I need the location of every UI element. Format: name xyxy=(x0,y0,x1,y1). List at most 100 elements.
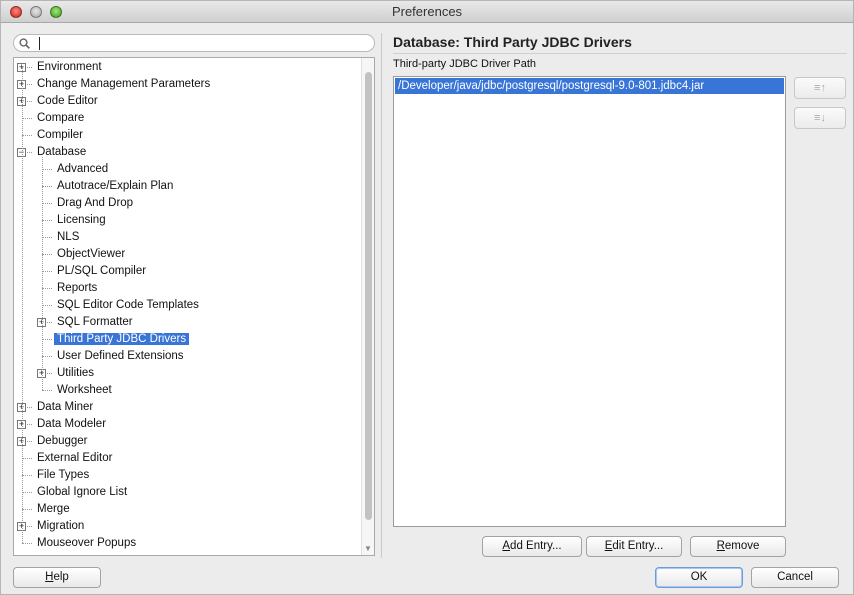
scroll-down-arrow-icon[interactable]: ▼ xyxy=(364,544,372,553)
search-input[interactable] xyxy=(36,36,366,50)
tree-item-label: Data Modeler xyxy=(37,418,107,430)
tree-item-label: Global Ignore List xyxy=(37,486,128,498)
tree-scrollbar[interactable]: ▼ xyxy=(361,58,374,555)
tree-item-label: Compare xyxy=(37,112,85,124)
tree-item-label: File Types xyxy=(37,469,90,481)
preferences-window: Preferences ▼ Environment + Change Managem… xyxy=(0,0,854,595)
tree-item-label: SQL Editor Code Templates xyxy=(57,299,199,311)
tree-item-label: Mouseover Popups xyxy=(37,537,137,549)
tree-item[interactable]: Licensing xyxy=(54,212,109,229)
tree-connector-line xyxy=(22,509,32,510)
tree-item[interactable]: Data Miner xyxy=(34,399,96,416)
tree-connector-line xyxy=(42,254,52,255)
tree-item[interactable]: Worksheet xyxy=(54,382,115,399)
tree-item[interactable]: User Defined Extensions xyxy=(54,348,187,365)
minimize-window-button[interactable] xyxy=(30,6,42,18)
text-caret xyxy=(39,37,40,50)
tree-item-label: Migration xyxy=(37,520,85,532)
tree-item[interactable]: PL/SQL Compiler xyxy=(54,263,149,280)
tree-connector-line xyxy=(42,169,52,170)
driver-path-label: Third-party JDBC Driver Path xyxy=(393,58,537,70)
tree-item[interactable]: SQL Editor Code Templates xyxy=(54,297,202,314)
title-bar[interactable]: Preferences xyxy=(1,1,853,23)
tree-scroll-thumb[interactable] xyxy=(365,72,372,520)
tree-connector-line xyxy=(22,458,32,459)
tree-item-label: Change Management Parameters xyxy=(37,78,211,90)
help-button[interactable]: Help xyxy=(13,567,101,588)
tree-connector-line xyxy=(42,237,52,238)
remove-label: Remove xyxy=(716,540,760,552)
tree-item[interactable]: Compare xyxy=(34,110,87,127)
tree-root-guide-line xyxy=(22,67,23,543)
tree-item[interactable]: Environment xyxy=(34,59,105,76)
driver-path-list[interactable]: /Developer/java/jdbc/postgresql/postgres… xyxy=(393,76,786,527)
tree-connector-line xyxy=(22,492,32,493)
tree-item[interactable]: File Types xyxy=(34,467,92,484)
list-item[interactable]: /Developer/java/jdbc/postgresql/postgres… xyxy=(395,78,784,94)
tree-item-label: Code Editor xyxy=(37,95,98,107)
tree-item[interactable]: NLS xyxy=(54,229,82,246)
tree-item[interactable]: Autotrace/Explain Plan xyxy=(54,178,176,195)
tree-item-label: Worksheet xyxy=(57,384,112,396)
tree-item-label: PL/SQL Compiler xyxy=(57,265,147,277)
add-entry-label: Add Entry... xyxy=(502,540,562,552)
tree-item-label: Compiler xyxy=(37,129,84,141)
tree-item-label: Utilities xyxy=(57,367,95,379)
title-separator xyxy=(393,53,847,54)
tree-item-label: SQL Formatter xyxy=(57,316,133,328)
tree-item-label: Advanced xyxy=(57,163,109,175)
window-title: Preferences xyxy=(391,4,463,19)
tree-item[interactable]: Reports xyxy=(54,280,100,297)
page-title: Database: Third Party JDBC Drivers xyxy=(393,34,632,50)
tree-item-label: External Editor xyxy=(37,452,113,464)
tree-item[interactable]: Mouseover Popups xyxy=(34,535,139,552)
zoom-window-button[interactable] xyxy=(50,6,62,18)
split-divider[interactable] xyxy=(381,33,382,558)
tree-item-label: Debugger xyxy=(37,435,88,447)
tree-item[interactable]: Data Modeler xyxy=(34,416,109,433)
tree-item-label: User Defined Extensions xyxy=(57,350,184,362)
ok-button[interactable]: OK xyxy=(655,567,743,588)
search-icon xyxy=(19,38,30,49)
edit-entry-label: Edit Entry... xyxy=(604,540,664,552)
tree-connector-line xyxy=(22,118,32,119)
tree-item-label: ObjectViewer xyxy=(57,248,126,260)
tree-item[interactable]: Change Management Parameters xyxy=(34,76,213,93)
tree-connector-line xyxy=(42,305,52,306)
tree-item[interactable]: Merge xyxy=(34,501,73,518)
tree-item-label: NLS xyxy=(57,231,80,243)
tree-connector-line xyxy=(42,220,52,221)
tree-connector-line xyxy=(22,475,32,476)
tree-item[interactable]: Compiler xyxy=(34,127,86,144)
tree-item[interactable]: Utilities xyxy=(54,365,97,382)
tree-connector-line xyxy=(22,135,32,136)
tree-item[interactable]: Migration xyxy=(34,518,87,535)
add-entry-button[interactable]: Add Entry... xyxy=(482,536,582,557)
tree-item[interactable]: Advanced xyxy=(54,161,111,178)
tree-item-label: Environment xyxy=(37,61,102,73)
tree-item-label: Third Party JDBC Drivers xyxy=(54,333,190,345)
tree-item-label: Merge xyxy=(37,503,70,515)
cancel-button[interactable]: Cancel xyxy=(751,567,839,588)
remove-button[interactable]: Remove xyxy=(690,536,786,557)
edit-entry-button[interactable]: Edit Entry... xyxy=(586,536,682,557)
tree-item[interactable]: External Editor xyxy=(34,450,115,467)
tree-item-selected[interactable]: Third Party JDBC Drivers xyxy=(54,331,190,348)
move-down-button[interactable]: ≡↓ xyxy=(794,107,846,129)
tree-connector-line xyxy=(42,271,52,272)
close-window-button[interactable] xyxy=(10,6,22,18)
help-label: Help xyxy=(45,571,69,583)
tree-item[interactable]: SQL Formatter xyxy=(54,314,136,331)
search-field[interactable] xyxy=(13,34,375,52)
tree-item[interactable]: ObjectViewer xyxy=(54,246,128,263)
tree-item-label: Data Miner xyxy=(37,401,94,413)
move-up-button[interactable]: ≡↑ xyxy=(794,77,846,99)
tree-item[interactable]: Drag And Drop xyxy=(54,195,136,212)
tree-item-label: Reports xyxy=(57,282,98,294)
preferences-tree[interactable]: ▼ Environment + Change Management Paramete… xyxy=(13,57,375,556)
tree-connector-line xyxy=(42,390,52,391)
tree-item[interactable]: Debugger xyxy=(34,433,91,450)
tree-item[interactable]: Code Editor xyxy=(34,93,101,110)
tree-item[interactable]: Global Ignore List xyxy=(34,484,130,501)
tree-connector-line xyxy=(22,543,32,544)
